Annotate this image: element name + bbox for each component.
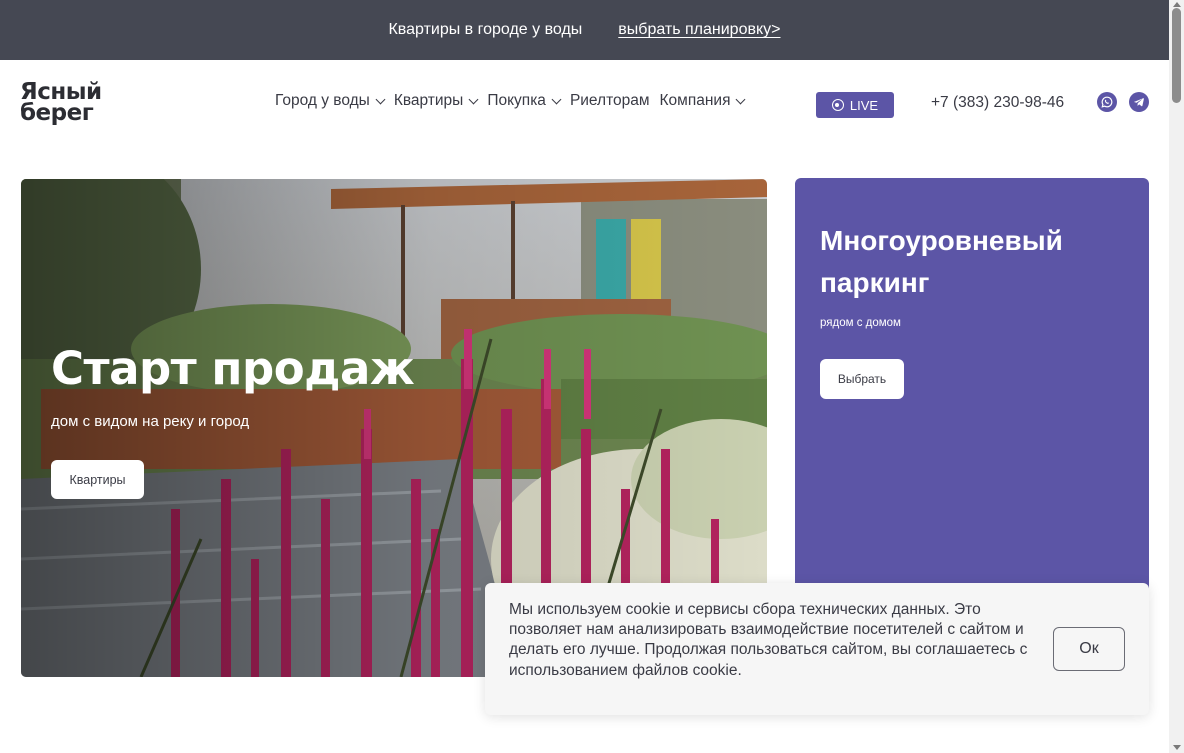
hero-apartments-button[interactable]: Квартиры [51, 460, 144, 499]
cookie-accept-button[interactable]: Ок [1053, 627, 1125, 671]
scroll-up-arrow-icon[interactable] [1173, 2, 1181, 7]
nav-item-label: Риелторам [569, 92, 650, 109]
parking-promo-card[interactable]: Многоуровневый паркинг рядом с домом Выб… [795, 178, 1149, 598]
nav-item-label: Компания [659, 92, 731, 109]
site-logo[interactable]: Ясный берег [20, 81, 142, 128]
site-header: Ясный берег Город у воды Квартиры Покупк… [0, 60, 1169, 148]
telegram-icon[interactable] [1129, 92, 1149, 112]
nav-item-apartments[interactable]: Квартиры [393, 92, 479, 110]
whatsapp-icon[interactable] [1097, 92, 1117, 112]
promo-subtitle: рядом с домом [820, 317, 901, 329]
page-scrollbar[interactable] [1169, 0, 1184, 753]
hero-title: Старт продаж [51, 342, 415, 395]
chevron-down-icon [468, 94, 479, 104]
hero-subtitle: дом с видом на реку и город [51, 413, 250, 430]
live-label: LIVE [849, 97, 879, 113]
chevron-down-icon [736, 94, 746, 104]
nav-item-label: Квартиры [393, 92, 464, 109]
nav-item-company[interactable]: Компания [659, 92, 746, 110]
logo-line-2: берег [20, 100, 94, 126]
scrollbar-thumb[interactable] [1172, 8, 1181, 103]
announcement-text: Квартиры в городе у воды [388, 21, 583, 38]
choose-layout-link[interactable]: выбрать планировку> [618, 21, 780, 39]
phone-link[interactable]: +7 (383) 230-98-46 [931, 94, 1064, 112]
webcam-icon [831, 99, 844, 111]
scroll-down-arrow-icon[interactable] [1173, 745, 1181, 750]
main-nav: Город у воды Квартиры Покупка Риелторам … [275, 92, 746, 110]
nav-item-label: Город у воды [275, 92, 370, 109]
live-camera-button[interactable]: LIVE [816, 92, 894, 118]
cookie-message: Мы используем cookie и сервисы сбора тех… [509, 601, 1028, 679]
nav-item-city[interactable]: Город у воды [275, 92, 386, 110]
nav-item-label: Покупка [487, 92, 546, 109]
cookie-banner: Мы используем cookie и сервисы сбора тех… [485, 583, 1149, 715]
chevron-down-icon [551, 94, 562, 104]
nav-item-realtors[interactable]: Риелторам [570, 92, 650, 110]
announcement-bar: Квартиры в городе у воды выбрать планиро… [0, 0, 1169, 60]
chevron-down-icon [375, 94, 386, 104]
promo-choose-button[interactable]: Выбрать [820, 359, 904, 399]
nav-item-purchase[interactable]: Покупка [487, 92, 562, 110]
promo-title: Многоуровневый паркинг [820, 225, 1063, 298]
